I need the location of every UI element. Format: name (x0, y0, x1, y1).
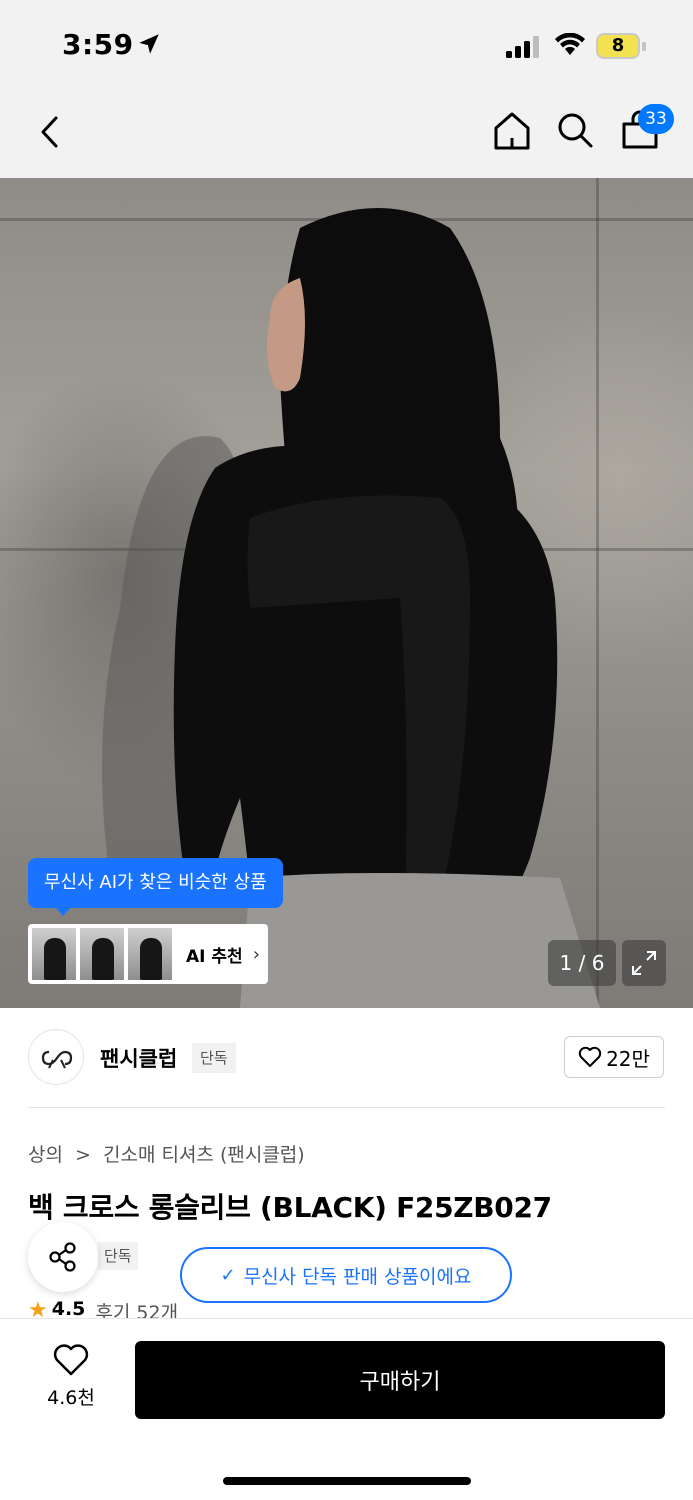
rating-score: 4.5 (51, 1298, 86, 1320)
top-nav-bar: 33 (0, 88, 693, 178)
expand-icon (632, 951, 656, 975)
check-icon: ✓ (220, 1264, 236, 1286)
status-time: 3:59 (62, 28, 134, 61)
wifi-icon (555, 33, 585, 55)
location-arrow-icon (139, 34, 159, 54)
ai-recommend-thumbnail (128, 928, 172, 980)
breadcrumb-separator: > (75, 1144, 91, 1166)
brand-like-count: 22만 (606, 1046, 650, 1071)
product-image-carousel[interactable]: 무신사 AI가 찾은 비슷한 상품 AI 추천 › 1 / 6 (0, 178, 693, 1008)
ai-recommend-thumbnail (80, 928, 124, 980)
home-icon[interactable] (492, 110, 532, 152)
home-indicator (223, 1477, 471, 1485)
exclusive-notice-text: 무신사 단독 판매 상품이에요 (243, 1265, 472, 1288)
back-icon[interactable] (34, 112, 64, 152)
product-title: 백 크로스 롱슬리브 (BLACK) F25ZB027 (28, 1191, 552, 1224)
ai-recommend-button[interactable]: AI 추천 › (28, 924, 268, 984)
bottom-action-bar: 4.6천 구매하기 (0, 1318, 693, 1500)
brand-name[interactable]: 팬시클럽 (100, 1043, 177, 1073)
exclusive-badge: 단독 (192, 1043, 236, 1073)
buy-button[interactable]: 구매하기 (135, 1341, 665, 1419)
wishlist-count: 4.6천 (47, 1387, 95, 1409)
breadcrumb-category[interactable]: 상의 (28, 1144, 63, 1166)
heart-icon (53, 1344, 89, 1376)
status-bar: 3:59 8 (0, 0, 693, 88)
cellular-signal-icon (506, 36, 539, 58)
tooltip-arrow (54, 906, 72, 916)
battery-level: 8 (611, 35, 625, 56)
battery-indicator: 8 (596, 33, 646, 59)
cart-count-badge: 33 (638, 104, 674, 134)
brand-like-button[interactable]: 22만 (564, 1036, 664, 1078)
ai-similar-tooltip[interactable]: 무신사 AI가 찾은 비슷한 상품 (28, 858, 283, 908)
ai-recommend-label: AI 추천 (186, 946, 243, 967)
exclusive-notice-pill: ✓ 무신사 단독 판매 상품이에요 (180, 1247, 512, 1303)
share-icon (49, 1242, 76, 1272)
share-button[interactable] (28, 1222, 98, 1292)
breadcrumb-subcategory[interactable]: 긴소매 티셔츠 (팬시클럽) (103, 1144, 305, 1166)
divider (28, 1107, 665, 1108)
brand-logo[interactable] (28, 1029, 84, 1085)
heart-icon (578, 1046, 602, 1067)
brand-logo-mark (41, 1050, 73, 1069)
wishlist-button[interactable]: 4.6천 (30, 1343, 112, 1415)
ai-recommend-thumbnail (32, 928, 76, 980)
breadcrumb: 상의 > 긴소매 티셔츠 (팬시클럽) (28, 1140, 311, 1167)
exclusive-tag: 단독 (98, 1242, 138, 1270)
battery-tip (642, 42, 646, 51)
image-page-indicator: 1 / 6 (548, 940, 616, 986)
expand-image-button[interactable] (622, 940, 666, 986)
search-icon[interactable] (556, 110, 594, 150)
chevron-right-icon: › (252, 943, 260, 965)
